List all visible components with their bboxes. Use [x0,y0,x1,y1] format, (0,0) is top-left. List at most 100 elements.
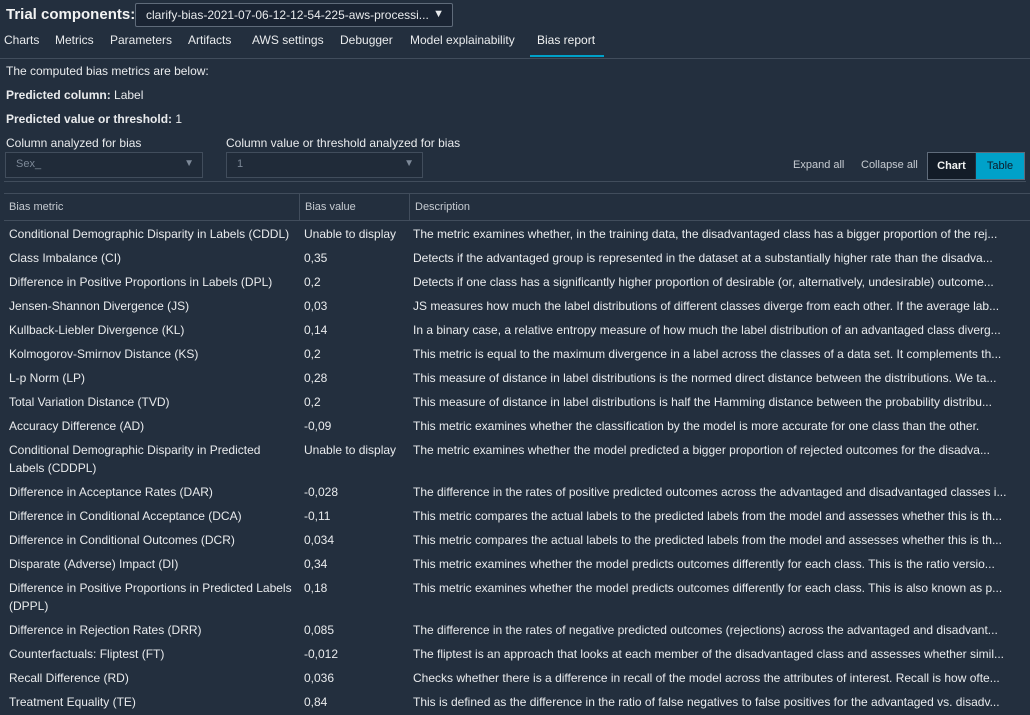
tab-model-explainability[interactable]: Model explainability [410,33,515,47]
table-row[interactable]: Conditional Demographic Disparity in Lab… [4,221,1030,245]
table-row[interactable]: Difference in Acceptance Rates (DAR) -0,0… [4,479,1030,503]
value-cell: 0,84 [304,695,328,709]
table-row[interactable]: Counterfactuals: Fliptest (FT) -0,012 The … [4,641,1030,665]
value-cell: 0,2 [304,395,321,409]
metric-cell: Recall Difference (RD) [9,671,129,685]
metric-cell: Treatment Equality (TE) [9,695,136,709]
predicted-value-label: Predicted value or threshold: [6,112,173,126]
predicted-column-value: Label [114,88,144,102]
tab-debugger[interactable]: Debugger [340,33,393,47]
predicted-value: Predicted value or threshold: 1 [6,112,182,126]
metric-cell: Difference in Conditional Acceptance (DC… [9,509,242,523]
metric-cell: Jensen-Shannon Divergence (JS) [9,299,190,313]
predicted-column-label: Predicted column: [6,88,111,102]
tab-artifacts[interactable]: Artifacts [188,33,231,47]
table-row[interactable]: Difference in Conditional Outcomes (DCR)… [4,527,1030,551]
value-cell: 0,35 [304,251,328,265]
tab-charts[interactable]: Charts [4,33,39,47]
divider [4,181,1026,182]
tab-bias-report[interactable]: Bias report [537,33,595,47]
description-cell: The fliptest is an approach that looks a… [413,647,1004,661]
table-row[interactable]: Total Variation Distance (TVD) 0,2 This me… [4,389,1030,413]
value-cell: 0,28 [304,371,328,385]
value-cell: -0,11 [304,509,331,523]
metric-cell: Difference in Acceptance Rates (DAR) [9,485,213,499]
metric-cell: Difference in Positive Proportions in Pr… [9,581,292,613]
table-row[interactable]: Jensen-Shannon Divergence (JS) 0,03 JS mea… [4,293,1030,317]
threshold-label: Column value or threshold analyzed for b… [226,136,461,150]
description-cell: Detects if the advantaged group is repre… [413,251,993,265]
description-cell: In a binary case, a relative entropy mea… [413,323,1001,337]
caret-down-icon: ▼ [404,158,414,169]
threshold-value: 1 [237,158,244,170]
metric-cell: Disparate (Adverse) Impact (DI) [9,557,179,571]
value-cell: 0,034 [304,533,335,547]
value-cell: 0,14 [304,323,328,337]
description-cell: This metric examines whether the model p… [413,581,1003,595]
column-analyzed-select[interactable]: Sex_ ▼ [5,152,203,178]
table-row[interactable]: L-p Norm (LP) 0,28 This measure of distanc… [4,365,1030,389]
metric-cell: L-p Norm (LP) [9,371,86,385]
metric-cell: Kolmogorov-Smirnov Distance (KS) [9,347,199,361]
intro-text: The computed bias metrics are below: [6,64,209,78]
value-cell: 0,085 [304,623,335,637]
metric-cell: Difference in Positive Proportions in La… [9,275,273,289]
table-row[interactable]: Treatment Equality (TE) 0,84 This is defin… [4,689,1030,713]
threshold-select[interactable]: 1 ▼ [226,152,423,178]
description-cell: This metric examines whether the model p… [413,557,995,571]
table-row[interactable]: Kullback-Liebler Divergence (KL) 0,14 In a… [4,317,1030,341]
value-cell: 0,03 [304,299,328,313]
tab-metrics[interactable]: Metrics [55,33,94,47]
metric-cell: Conditional Demographic Disparity in Pre… [9,443,261,475]
description-cell: This metric compares the actual labels t… [413,509,1002,523]
description-cell: Detects if one class has a significantly… [413,275,994,289]
metric-cell: Kullback-Liebler Divergence (KL) [9,323,185,337]
value-cell: -0,09 [304,419,332,433]
table-row[interactable]: Kolmogorov-Smirnov Distance (KS) 0,2 This … [4,341,1030,365]
header-bias-value[interactable]: Bias value [299,194,405,220]
table-row[interactable]: Difference in Positive Proportions in La… [4,269,1030,293]
description-cell: The metric examines whether the model pr… [413,443,990,457]
description-cell: This metric compares the actual labels t… [413,533,1002,547]
table-row[interactable]: Conditional Demographic Disparity in Pre… [4,437,1030,479]
table-row[interactable]: Difference in Rejection Rates (DRR) 0,085… [4,617,1030,641]
chart-view-button[interactable]: Chart [928,153,975,179]
trial-component-select[interactable]: clarify-bias-2021-07-06-12-12-54-225-aws… [135,3,453,27]
table-row[interactable]: Recall Difference (RD) 0,036 Checks whethe… [4,665,1030,689]
description-cell: This measure of distance in label distri… [413,371,997,385]
value-cell: 0,036 [304,671,335,685]
table-row[interactable]: Difference in Positive Proportions in Pr… [4,575,1030,617]
table-view-button[interactable]: Table [976,153,1024,179]
header-bias-metric[interactable]: Bias metric [4,194,299,220]
collapse-all-button[interactable]: Collapse all [861,159,918,171]
predicted-value-value: 1 [175,112,183,126]
table-row[interactable]: Difference in Conditional Acceptance (DC… [4,503,1030,527]
metric-cell: Accuracy Difference (AD) [9,419,145,433]
metric-cell: Conditional Demographic Disparity in Lab… [9,227,290,241]
table-row[interactable]: Class Imbalance (CI) 0,35 Detects if the a… [4,245,1030,269]
tab-bar: Charts Metrics Parameters Artifacts AWS … [0,31,1030,59]
table-header: Bias metric Bias value Description [4,193,1030,221]
caret-down-icon: ▼ [184,158,194,169]
description-cell: The difference in the rates of positive … [413,485,1007,499]
metric-cell: Counterfactuals: Fliptest (FT) [9,647,165,661]
expand-all-button[interactable]: Expand all [793,159,844,171]
description-cell: This metric is equal to the maximum dive… [413,347,1002,361]
table-row[interactable]: Accuracy Difference (AD) -0,09 This metric… [4,413,1030,437]
column-analyzed-label: Column analyzed for bias [6,136,142,150]
caret-down-icon: ▼ [433,8,444,20]
description-cell: This metric examines whether the classif… [413,419,980,433]
tab-aws-settings[interactable]: AWS settings [252,33,324,47]
description-cell: The metric examines whether, in the trai… [413,227,998,241]
page-title: Trial components: [6,6,136,23]
description-cell: Checks whether there is a difference in … [413,671,1000,685]
metric-cell: Difference in Conditional Outcomes (DCR) [9,533,235,547]
column-analyzed-value: Sex_ [16,158,42,170]
tab-parameters[interactable]: Parameters [110,33,172,47]
table-row[interactable]: Disparate (Adverse) Impact (DI) 0,34 This … [4,551,1030,575]
value-cell: 0,34 [304,557,328,571]
description-cell: The difference in the rates of negative … [413,623,998,637]
header-description[interactable]: Description [409,194,1030,220]
metric-cell: Total Variation Distance (TVD) [9,395,170,409]
table-body: Conditional Demographic Disparity in Lab… [4,221,1030,713]
